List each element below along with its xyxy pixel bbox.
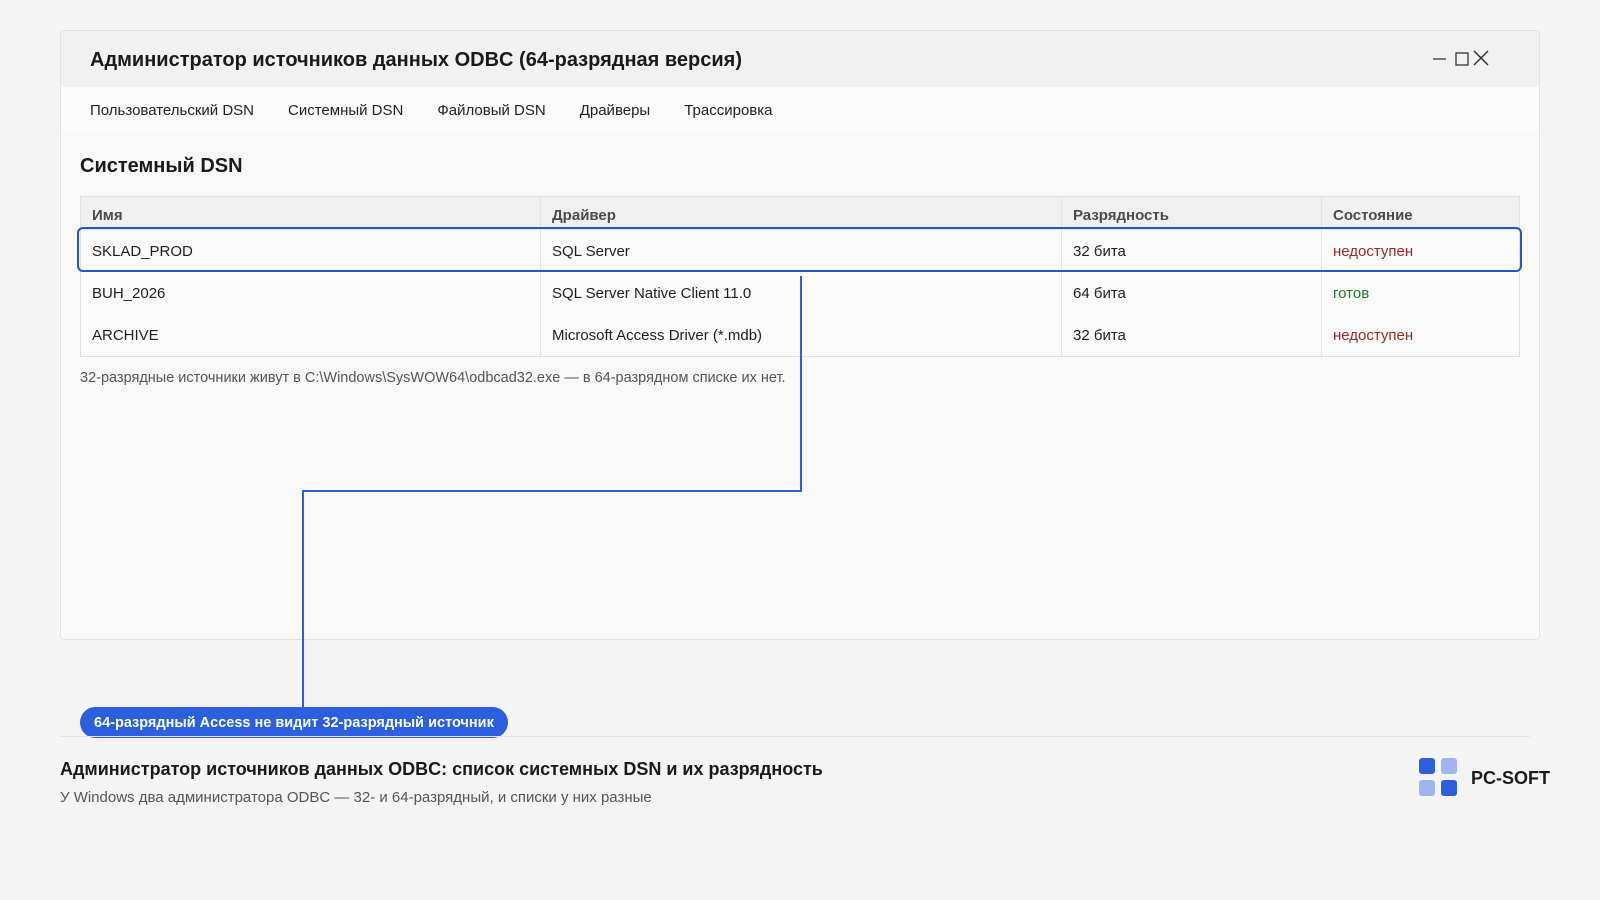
odbc-admin-window: Администратор источников данных ODBC (64… (60, 30, 1540, 640)
tab-tracing[interactable]: Трассировка (684, 102, 772, 119)
dsn-driver-cell: Microsoft Access Driver (*.mdb) (541, 314, 1062, 356)
caption-divider (60, 736, 1530, 737)
dsn-status-cell: недоступен (1333, 242, 1414, 260)
column-header-status[interactable]: Состояние (1322, 197, 1519, 229)
callout-badge: 64-разрядный Access не видит 32-разрядны… (80, 707, 508, 738)
column-header-bitness[interactable]: Разрядность (1062, 197, 1322, 229)
dsn-driver-cell: SQL Server (541, 230, 1062, 272)
close-icon[interactable] (1470, 45, 1492, 73)
tab-drivers[interactable]: Драйверы (580, 102, 651, 119)
dsn-status-cell: недоступен (1333, 326, 1414, 344)
table-row[interactable]: ARCHIVE Microsoft Access Driver (*.mdb) … (81, 314, 1519, 356)
dsn-status-cell: готов (1333, 284, 1370, 302)
column-header-driver[interactable]: Драйвер (541, 197, 1062, 229)
brand-logo: PC-SOFT (1419, 758, 1550, 798)
bitness-note: 32-разрядные источники живут в C:\Window… (80, 370, 786, 386)
table-row[interactable]: SKLAD_PROD SQL Server 32 бита недоступен (81, 230, 1519, 272)
title-bar: Администратор источников данных ODBC (64… (61, 31, 1539, 87)
dsn-name-cell: BUH_2026 (81, 272, 541, 314)
caption-title: Администратор источников данных ODBC: сп… (60, 759, 823, 779)
logo-mark-icon (1419, 758, 1459, 798)
window-title: Администратор источников данных ODBC (64… (90, 49, 742, 71)
tab-strip: Пользовательский DSN Системный DSN Файло… (61, 87, 1539, 133)
table-row[interactable]: BUH_2026 SQL Server Native Client 11.0 6… (81, 272, 1519, 314)
dsn-driver-cell: SQL Server Native Client 11.0 (541, 272, 1062, 314)
dsn-bitness-cell: 32 бита (1062, 314, 1322, 356)
dsn-name-cell: ARCHIVE (81, 314, 541, 356)
dsn-name-cell: SKLAD_PROD (81, 230, 541, 272)
dsn-table: Имя Драйвер Разрядность Состояние SKLAD_… (80, 196, 1520, 357)
section-title: Системный DSN (80, 155, 243, 177)
tab-user-dsn[interactable]: Пользовательский DSN (90, 102, 254, 119)
dsn-bitness-cell: 64 бита (1062, 272, 1322, 314)
caption-subtitle: У Windows два администратора ODBC — 32- … (60, 789, 652, 806)
tab-file-dsn[interactable]: Файловый DSN (437, 102, 545, 119)
table-header: Имя Драйвер Разрядность Состояние (81, 197, 1519, 230)
tab-system-dsn[interactable]: Системный DSN (288, 102, 403, 119)
brand-name: PC-SOFT (1471, 767, 1550, 788)
minimize-icon[interactable] (1429, 45, 1451, 73)
column-header-name[interactable]: Имя (81, 197, 541, 229)
dsn-bitness-cell: 32 бита (1062, 230, 1322, 272)
